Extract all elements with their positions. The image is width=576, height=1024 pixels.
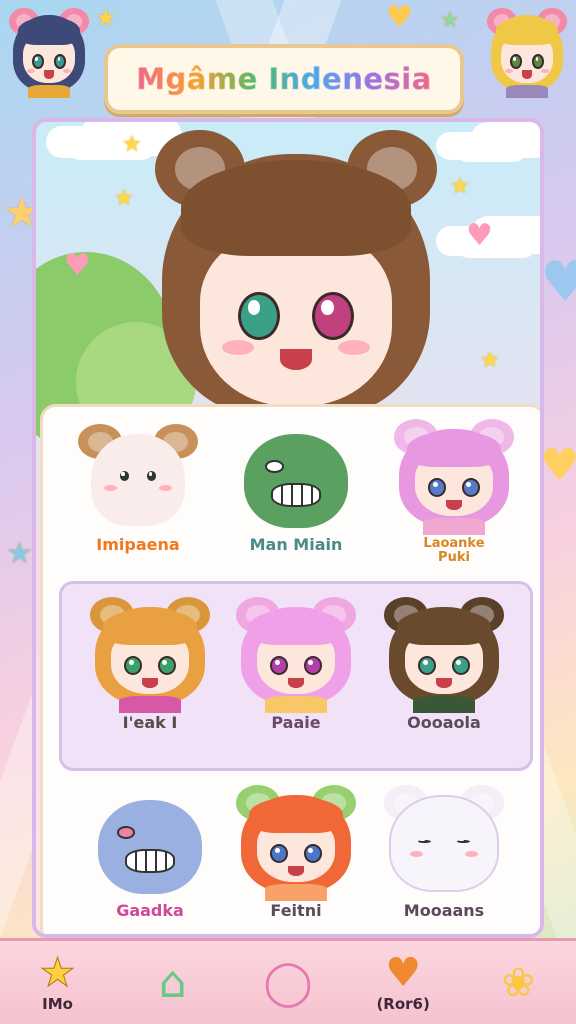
- main-frame: ★ ★ ★ ♥ ♥ ★ Imipaena Man Miain Laoanke P…: [32, 118, 544, 938]
- heart-icon: ♥: [385, 949, 422, 996]
- character-grid: Imipaena Man Miain Laoanke Puki I'eak I …: [40, 404, 540, 934]
- monster-icon: [231, 417, 361, 535]
- girl-icon: [85, 595, 215, 713]
- character-name: Man Miain: [249, 535, 343, 554]
- character-card[interactable]: Feitni: [221, 783, 371, 934]
- girl-icon: [231, 595, 361, 713]
- nav-item-heart[interactable]: ♥ (Ror6): [353, 943, 453, 1023]
- star-icon: ★: [96, 6, 116, 31]
- girl-icon: [389, 417, 519, 535]
- character-name: Laoanke Puki: [423, 536, 485, 565]
- heart-icon: ♥: [466, 218, 493, 253]
- heart-icon: ♥: [540, 250, 576, 315]
- corner-avatar-right: [484, 6, 570, 98]
- cloud: [456, 138, 526, 162]
- nav-item-home[interactable]: ⌂: [123, 943, 223, 1023]
- nav-item-ring[interactable]: ◯: [238, 943, 338, 1023]
- heart-icon: ♥: [64, 248, 91, 283]
- star-icon: ★: [440, 8, 460, 33]
- bottom-nav: ★ IMo ⌂ ◯ ♥ (Ror6) ❀: [0, 938, 576, 1024]
- girl-icon: [231, 783, 361, 901]
- character-card[interactable]: I'eak I: [75, 595, 225, 755]
- heart-icon: ♥: [386, 0, 413, 35]
- character-card[interactable]: Laoanke Puki: [379, 417, 529, 577]
- character-name: Imipaena: [96, 535, 180, 554]
- title-banner: Mgâme Indenesia: [104, 44, 464, 114]
- ring-icon: ◯: [263, 956, 313, 1008]
- monster-icon: [85, 783, 215, 901]
- character-card[interactable]: Gaadka: [75, 783, 225, 934]
- nav-item-bird[interactable]: ❀: [468, 943, 568, 1023]
- character-card[interactable]: Paaie: [221, 595, 371, 755]
- star-icon: ★: [6, 536, 33, 571]
- character-name: I'eak I: [122, 713, 178, 732]
- character-name: Gaadka: [116, 901, 184, 920]
- character-name: Feitni: [270, 901, 322, 920]
- game-title: Mgâme Indenesia: [136, 62, 432, 97]
- girl-icon: [379, 595, 509, 713]
- heart-icon: ♥: [540, 440, 576, 491]
- hero-area: ★ ★ ★ ♥ ♥ ★: [36, 122, 540, 452]
- bear-face-icon: [73, 417, 203, 535]
- character-name: Mooaans: [403, 901, 485, 920]
- nav-label: (Ror6): [376, 994, 430, 1013]
- nav-item-star[interactable]: ★ IMo: [8, 943, 108, 1023]
- character-card[interactable]: Oooaola: [369, 595, 519, 755]
- star-icon: ★: [480, 348, 500, 373]
- character-card[interactable]: Imipaena: [63, 417, 213, 577]
- character-name: Oooaola: [407, 713, 481, 732]
- star-icon: ★: [39, 949, 76, 996]
- character-card[interactable]: Mooaans: [369, 783, 519, 934]
- star-icon: ★: [114, 186, 134, 211]
- home-icon: ⌂: [158, 956, 187, 1008]
- character-name: Paaie: [271, 713, 321, 732]
- character-card[interactable]: Man Miain: [221, 417, 371, 577]
- corner-avatar-left: [6, 6, 92, 98]
- ghost-icon: [379, 783, 509, 901]
- bird-icon: ❀: [501, 959, 536, 1006]
- hero-character[interactable]: [136, 130, 456, 430]
- nav-label: IMo: [42, 994, 73, 1013]
